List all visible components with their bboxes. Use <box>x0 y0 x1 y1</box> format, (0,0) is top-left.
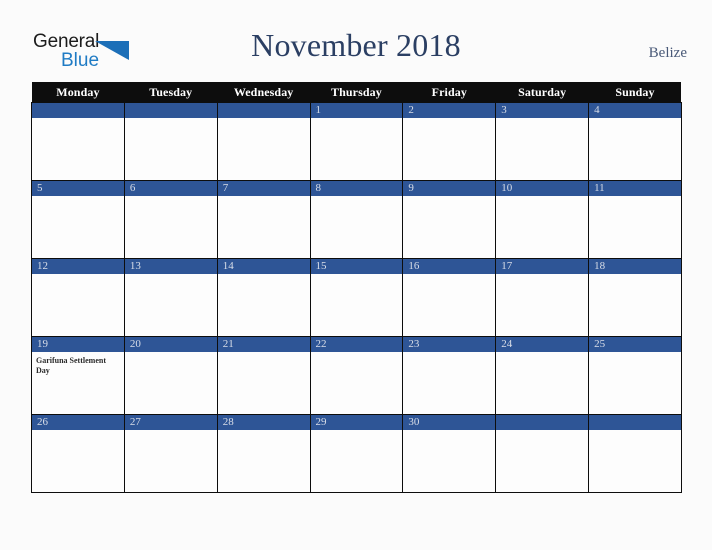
weekday-header-friday: Friday <box>402 82 496 103</box>
day-cell-20[interactable]: 20 <box>123 336 218 415</box>
calendar-page: General Blue November 2018 Belize Monday… <box>0 0 712 550</box>
calendar-week-row: 12 13 14 15 16 17 18 <box>31 258 682 337</box>
day-cell-3[interactable]: 3 <box>495 102 590 181</box>
weekday-header-monday: Monday <box>31 82 125 103</box>
day-number: 30 <box>403 415 496 430</box>
event-label[interactable]: Garifuna Settlement Day <box>36 356 120 376</box>
calendar-week-row: 19 Garifuna Settlement Day 20 21 22 23 24 25 <box>31 336 682 415</box>
day-number: 19 <box>32 337 124 352</box>
page-title: November 2018 <box>251 27 461 63</box>
day-cell-19[interactable]: 19 Garifuna Settlement Day <box>31 336 125 415</box>
day-cell-4[interactable]: 4 <box>588 102 682 181</box>
day-number: 2 <box>403 103 496 118</box>
day-number: 11 <box>589 181 681 196</box>
day-number: 26 <box>32 415 124 430</box>
weekday-header-saturday: Saturday <box>495 82 589 103</box>
day-cell-5[interactable]: 5 <box>31 180 125 259</box>
day-cell-27[interactable]: 27 <box>123 414 218 493</box>
day-number: 18 <box>589 259 681 274</box>
day-number: 4 <box>589 103 681 118</box>
weekday-header-wednesday: Wednesday <box>217 82 311 103</box>
day-number <box>124 103 217 118</box>
day-cell-1[interactable]: 1 <box>309 102 404 181</box>
day-number: 27 <box>124 415 217 430</box>
day-number: 6 <box>124 181 217 196</box>
day-number: 8 <box>310 181 403 196</box>
day-number: 25 <box>589 337 681 352</box>
day-cell-14[interactable]: 14 <box>216 258 311 337</box>
day-number: 12 <box>32 259 124 274</box>
day-number: 21 <box>217 337 310 352</box>
day-cell-24[interactable]: 24 <box>495 336 590 415</box>
weekday-header-tuesday: Tuesday <box>124 82 218 103</box>
day-cell-18[interactable]: 18 <box>588 258 682 337</box>
day-number: 23 <box>403 337 496 352</box>
day-number: 7 <box>217 181 310 196</box>
day-number: 13 <box>124 259 217 274</box>
day-cell-13[interactable]: 13 <box>123 258 218 337</box>
day-cell-26[interactable]: 26 <box>31 414 125 493</box>
day-number <box>496 415 589 430</box>
day-cell-empty[interactable] <box>588 414 682 493</box>
day-number: 9 <box>403 181 496 196</box>
calendar-header-row: Monday Tuesday Wednesday Thursday Friday Satu… <box>31 82 682 103</box>
day-number: 20 <box>124 337 217 352</box>
day-number: 24 <box>496 337 589 352</box>
calendar-table-container: Monday Tuesday Wednesday Thursday Friday Satu… <box>31 82 682 493</box>
day-cell-empty[interactable] <box>31 102 125 181</box>
day-cell-6[interactable]: 6 <box>123 180 218 259</box>
day-cell-16[interactable]: 16 <box>402 258 497 337</box>
day-number: 17 <box>496 259 589 274</box>
country-label: Belize <box>648 45 687 61</box>
day-cell-11[interactable]: 11 <box>588 180 682 259</box>
day-cell-10[interactable]: 10 <box>495 180 590 259</box>
day-number: 29 <box>310 415 403 430</box>
calendar-week-row: 26 27 28 29 30 <box>31 414 682 493</box>
day-cell-29[interactable]: 29 <box>309 414 404 493</box>
day-number: 10 <box>496 181 589 196</box>
day-number <box>32 103 124 118</box>
day-number: 28 <box>217 415 310 430</box>
page-header: General Blue November 2018 Belize <box>0 0 712 82</box>
day-cell-12[interactable]: 12 <box>31 258 125 337</box>
day-cell-7[interactable]: 7 <box>216 180 311 259</box>
weekday-header-thursday: Thursday <box>310 82 403 103</box>
weekday-header-sunday: Sunday <box>588 82 682 103</box>
day-number: 1 <box>310 103 403 118</box>
day-cell-empty[interactable] <box>495 414 590 493</box>
day-cell-2[interactable]: 2 <box>402 102 497 181</box>
day-cell-17[interactable]: 17 <box>495 258 590 337</box>
day-number: 15 <box>310 259 403 274</box>
day-number: 22 <box>310 337 403 352</box>
day-cell-30[interactable]: 30 <box>402 414 497 493</box>
day-cell-empty[interactable] <box>216 102 311 181</box>
day-number <box>589 415 681 430</box>
day-events: Garifuna Settlement Day <box>32 352 124 376</box>
day-cell-21[interactable]: 21 <box>216 336 311 415</box>
calendar-body: 1 2 3 4 5 6 7 8 9 10 11 12 13 14 15 16 17 18 19 Garifuna Se… <box>31 102 682 493</box>
day-number: 14 <box>217 259 310 274</box>
day-number: 3 <box>496 103 589 118</box>
day-cell-9[interactable]: 9 <box>402 180 497 259</box>
day-cell-28[interactable]: 28 <box>216 414 311 493</box>
day-cell-25[interactable]: 25 <box>588 336 682 415</box>
day-cell-22[interactable]: 22 <box>309 336 404 415</box>
day-number: 16 <box>403 259 496 274</box>
calendar-week-row: 5 6 7 8 9 10 11 <box>31 180 682 259</box>
day-number <box>217 103 310 118</box>
day-number: 5 <box>32 181 124 196</box>
day-cell-8[interactable]: 8 <box>309 180 404 259</box>
day-cell-empty[interactable] <box>123 102 218 181</box>
calendar-table: Monday Tuesday Wednesday Thursday Friday Satu… <box>31 82 682 493</box>
day-cell-15[interactable]: 15 <box>309 258 404 337</box>
day-cell-23[interactable]: 23 <box>402 336 497 415</box>
calendar-week-row: 1234 <box>31 102 682 181</box>
